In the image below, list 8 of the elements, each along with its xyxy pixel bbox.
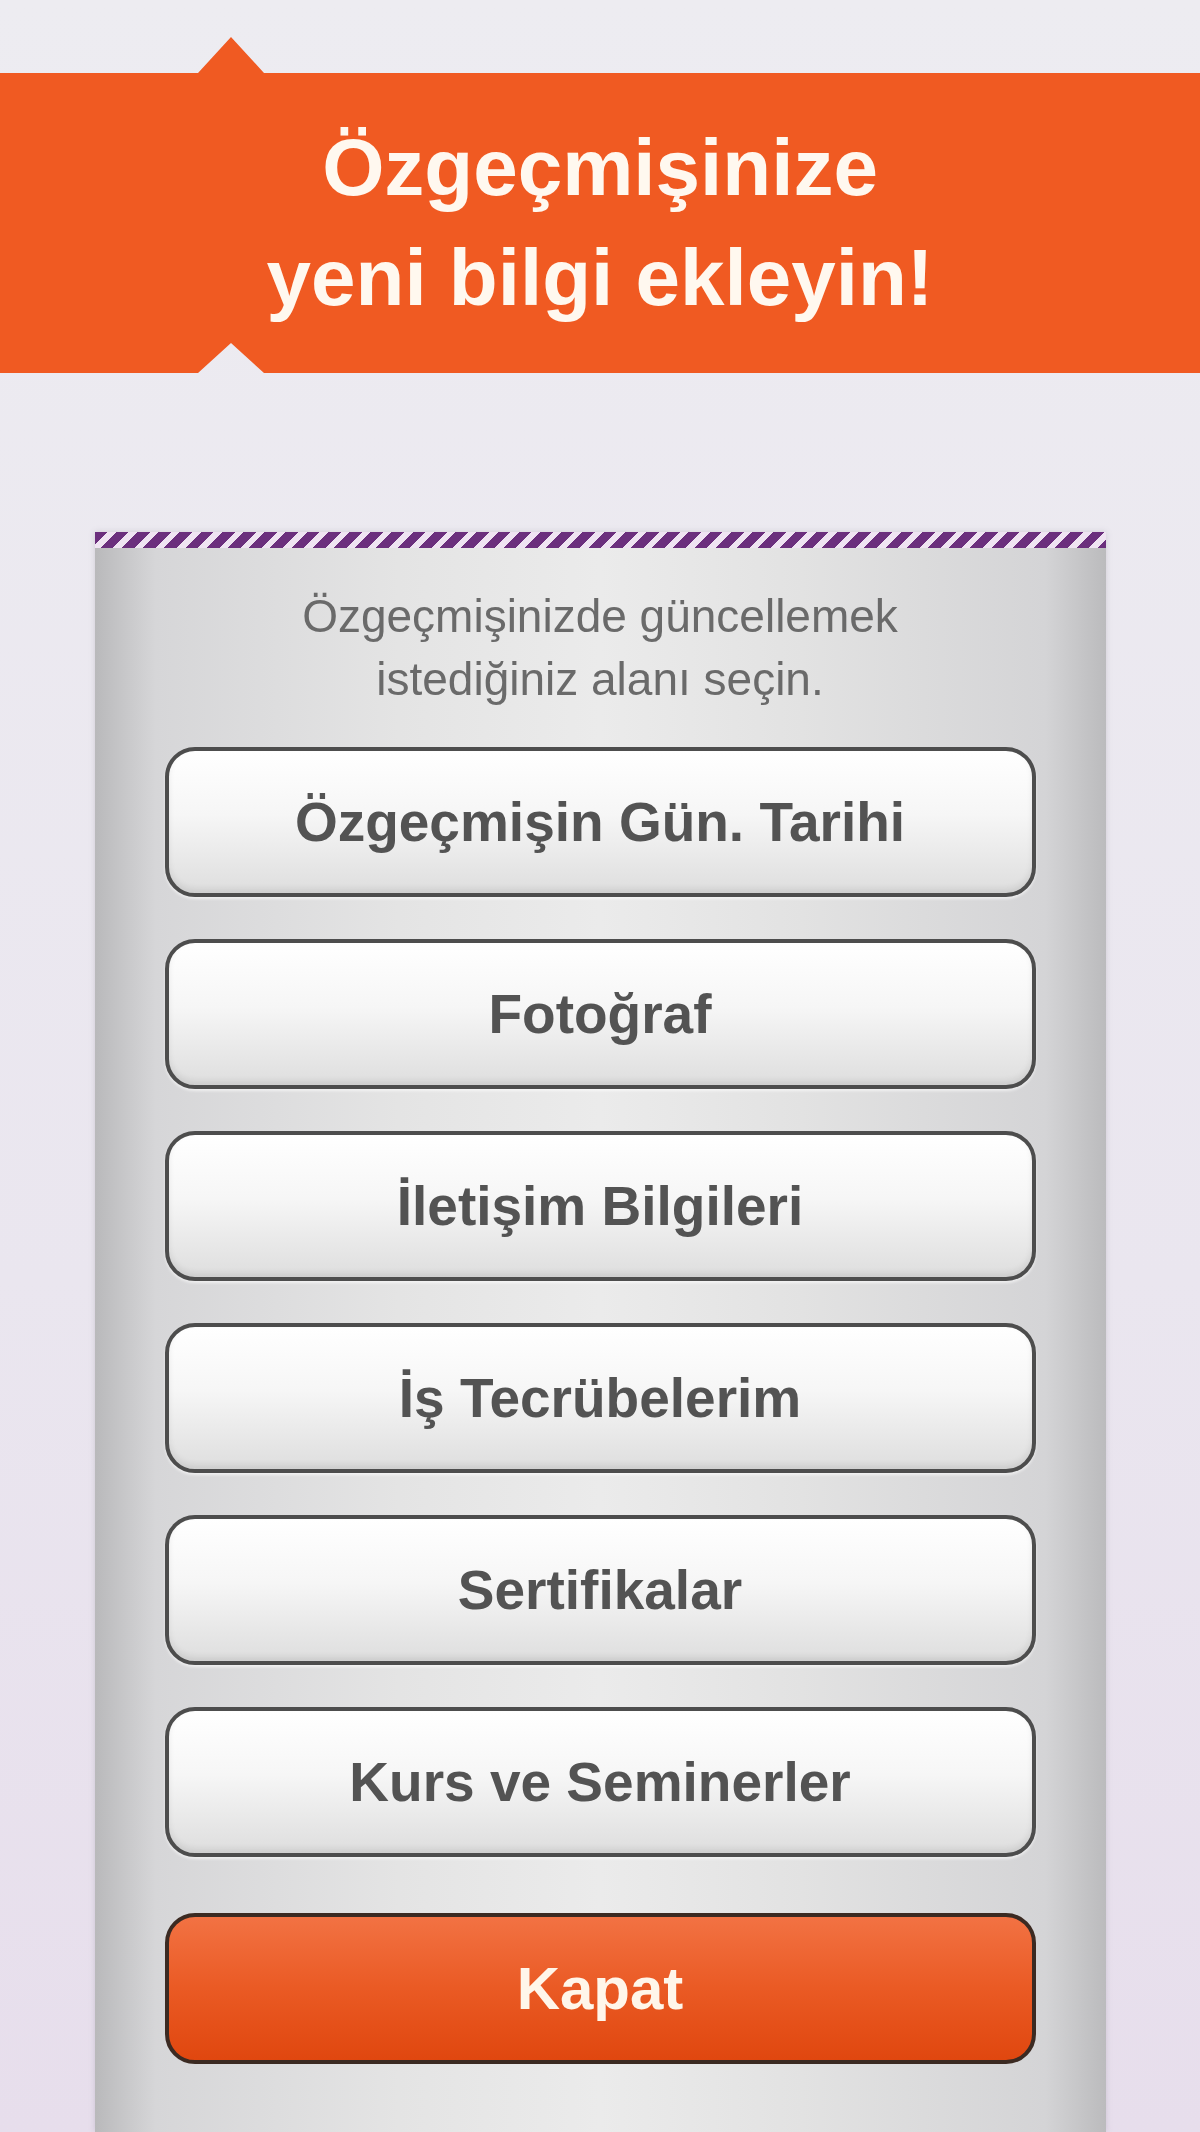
option-button[interactable]: İş Tecrübelerim (164, 1323, 1036, 1473)
instruction-text: Özgeçmişinizde güncellemek istediğiniz alanı seçin. (301, 589, 899, 707)
option-button[interactable]: Kurs ve Seminerler (164, 1707, 1036, 1857)
option-button[interactable]: Sertifikalar (164, 1515, 1036, 1665)
option-button[interactable]: İletişim Bilgileri (164, 1131, 1036, 1281)
option-button[interactable]: Özgeçmişin Gün. Tarihi (164, 747, 1036, 897)
option-button[interactable]: Fotoğraf (164, 939, 1036, 1089)
banner-title: Özgeçmişinize yeni bilgi ekleyin! (265, 122, 935, 324)
